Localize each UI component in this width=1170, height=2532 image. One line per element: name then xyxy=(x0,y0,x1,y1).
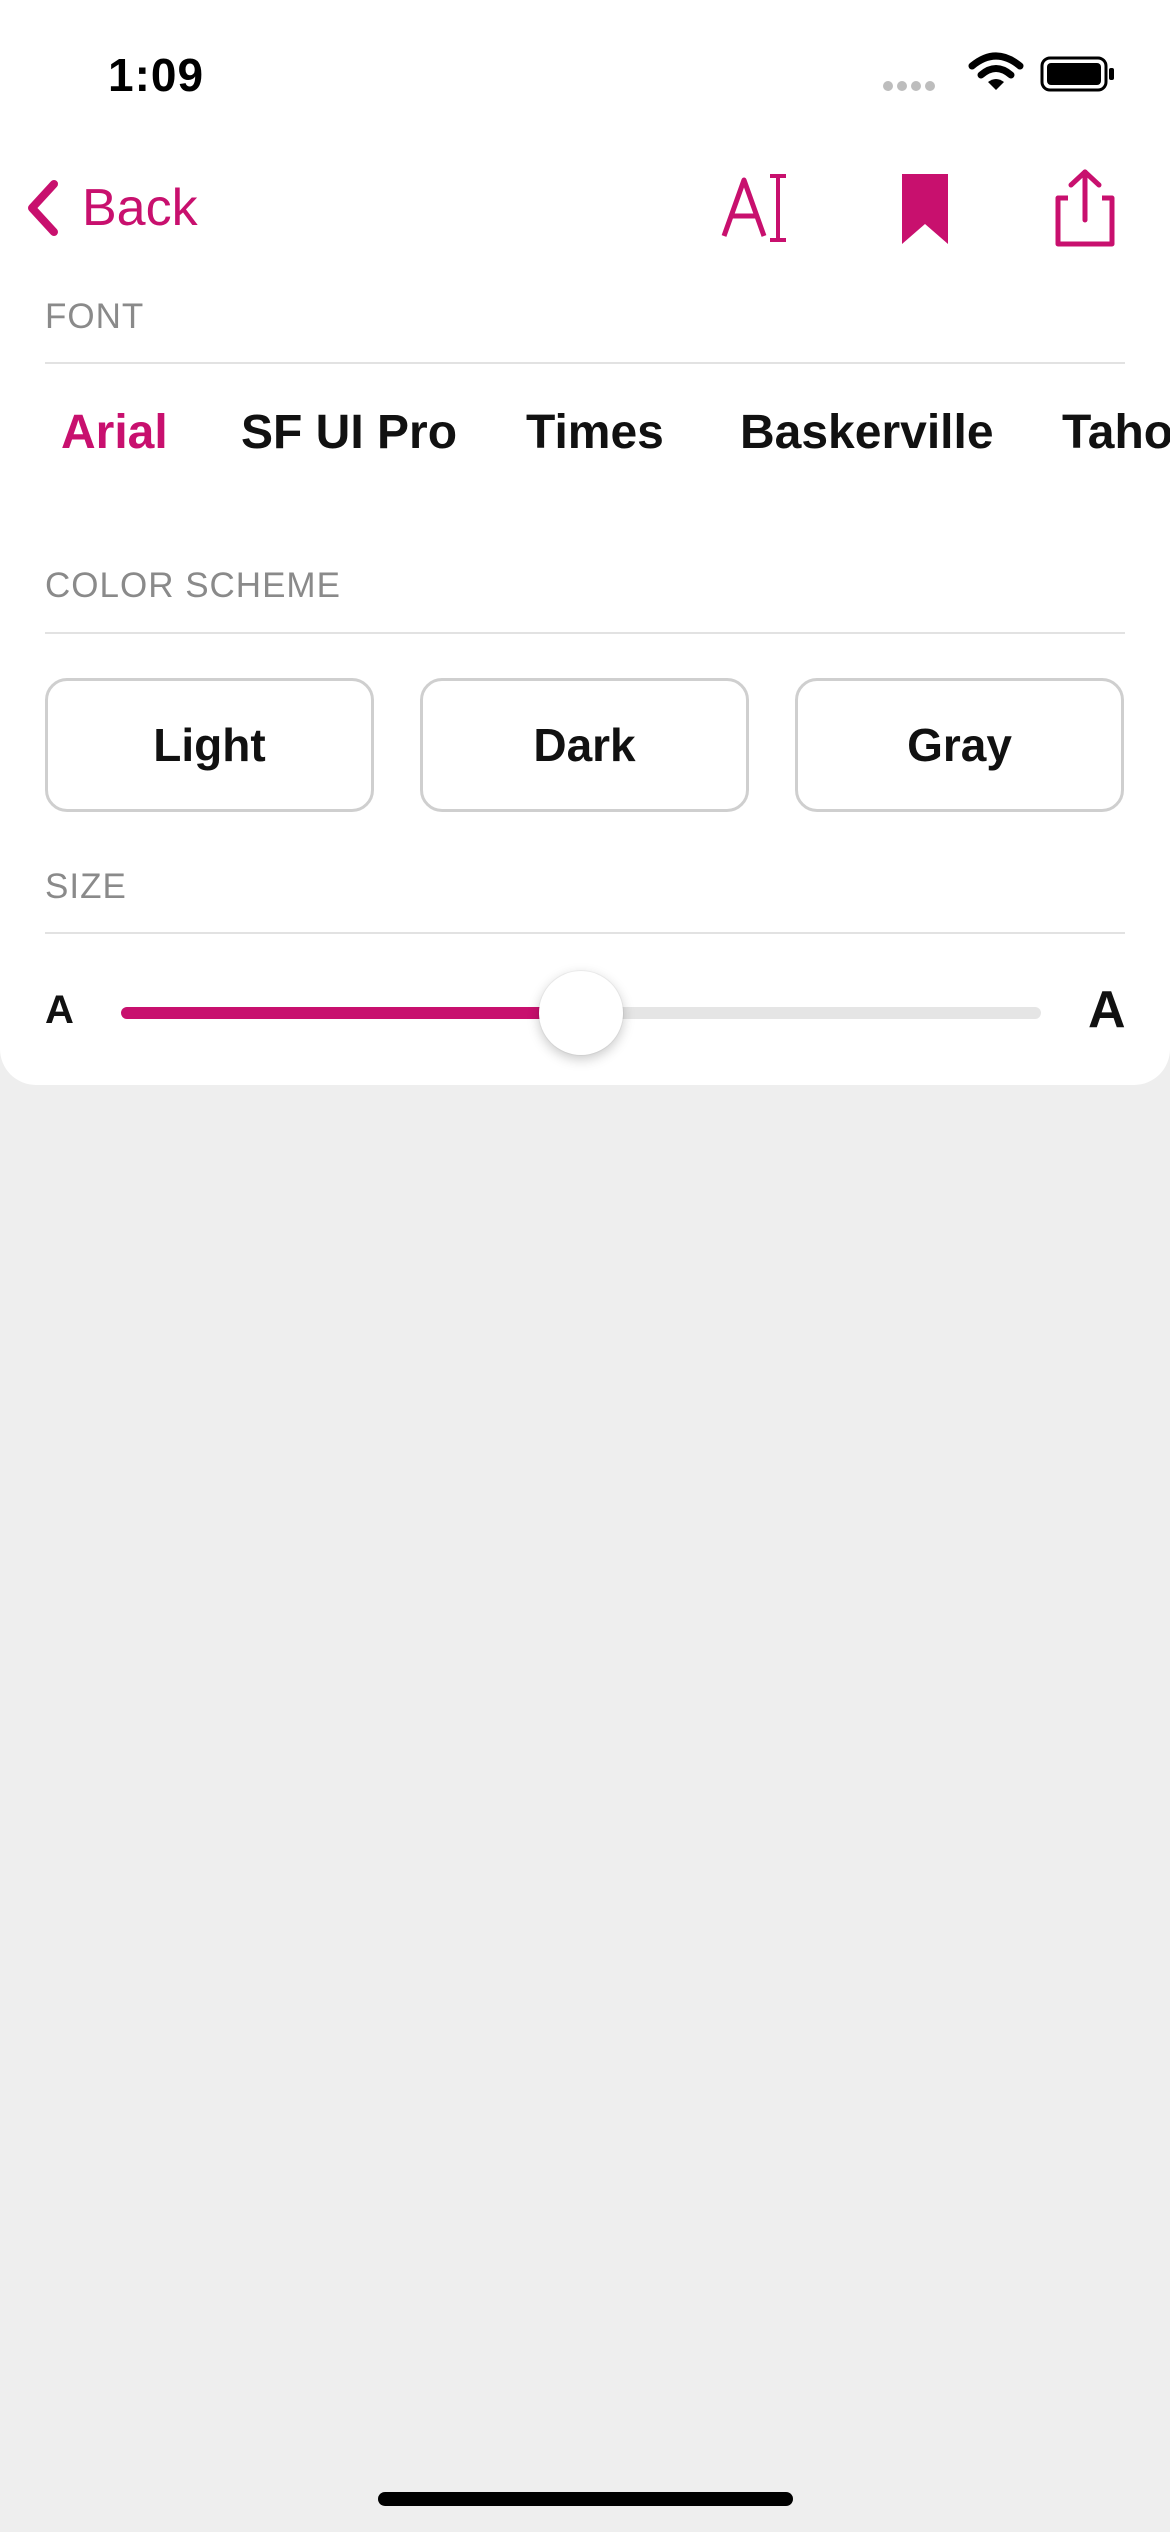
scheme-light-button[interactable]: Light xyxy=(45,678,374,812)
share-icon[interactable] xyxy=(1040,164,1130,254)
font-option-sf-ui-pro[interactable]: SF UI Pro xyxy=(241,405,457,460)
chevron-left-icon xyxy=(28,180,58,236)
scheme-gray-button[interactable]: Gray xyxy=(795,678,1124,812)
settings-panel: 1:09 Back FONT Arial SF UI Pro Times Bas… xyxy=(0,0,1170,1085)
font-option-tahoma[interactable]: Taho xyxy=(1062,405,1170,460)
battery-icon xyxy=(1040,56,1114,92)
size-slider[interactable] xyxy=(121,971,1041,1055)
font-section-header: FONT xyxy=(45,297,145,336)
wifi-icon xyxy=(968,52,1024,90)
color-scheme-section-header: COLOR SCHEME xyxy=(45,566,341,605)
section-divider xyxy=(45,932,1125,934)
bookmark-icon[interactable] xyxy=(880,164,970,254)
section-divider xyxy=(45,362,1125,364)
font-option-arial[interactable]: Arial xyxy=(61,405,168,460)
back-label: Back xyxy=(82,179,198,237)
font-option-baskerville[interactable]: Baskerville xyxy=(740,405,994,460)
size-large-label: A xyxy=(1088,981,1126,1039)
back-button[interactable]: Back xyxy=(24,170,198,246)
font-size-icon[interactable] xyxy=(716,164,806,254)
font-options-row: Arial SF UI Pro Times Baskerville Taho xyxy=(0,395,1170,485)
status-time: 1:09 xyxy=(108,49,205,101)
size-section-header: SIZE xyxy=(45,867,127,906)
section-divider xyxy=(45,632,1125,634)
home-indicator xyxy=(378,2492,793,2506)
size-slider-fill xyxy=(121,1007,581,1019)
size-slider-thumb[interactable] xyxy=(539,971,623,1055)
font-option-times[interactable]: Times xyxy=(526,405,664,460)
signal-icon xyxy=(883,81,935,91)
scheme-dark-button[interactable]: Dark xyxy=(420,678,749,812)
size-small-label: A xyxy=(45,988,74,1032)
